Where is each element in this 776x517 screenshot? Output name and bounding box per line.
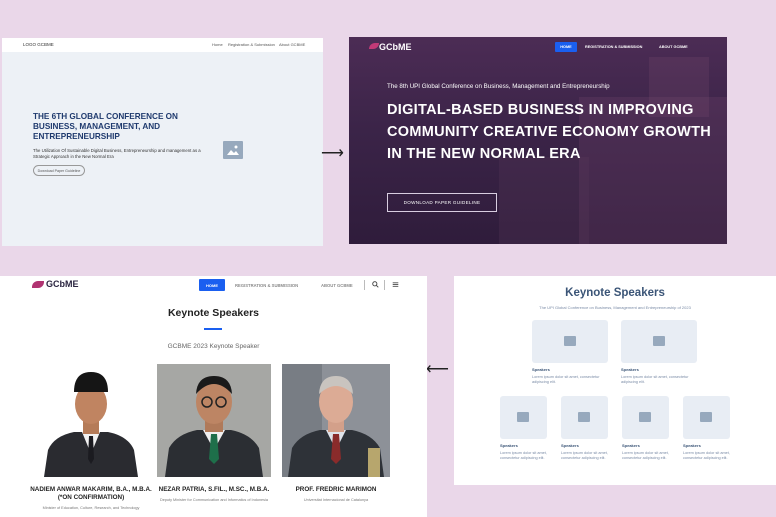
logo-mark-icon (369, 43, 379, 49)
nav-about-link[interactable]: ABOUT GCBME (321, 283, 353, 288)
speaker-desc: Lorem ipsum dolor sit amet, consectetur … (500, 451, 547, 460)
speaker-label: Speakers (621, 367, 639, 372)
speaker-name: NEZAR PATRIA, S.FIL., M.SC., M.B.A. (158, 486, 270, 493)
keynote-title: Keynote Speakers (167, 307, 260, 319)
speakers-page-panel: GCbME HOME REGISTRATION & SUBMISSION ABO… (0, 276, 427, 517)
image-placeholder-icon (639, 412, 651, 422)
background-building-shape (499, 157, 589, 244)
nav-about-link[interactable]: ABOUT GCBME (659, 45, 688, 49)
nav-divider (364, 280, 365, 290)
download-guideline-button[interactable]: DOWNLOAD PAPER GUIDELINE (387, 193, 497, 212)
speaker-name: NADIEM ANWAR MAKARIM, B.A., M.B.A. (*ON … (30, 486, 152, 501)
speaker-label: Speakers (532, 367, 550, 372)
hero-panel: GCbME HOME REGISTRATION & SUBMISSION ABO… (349, 37, 727, 244)
speaker-label: Speakers (683, 443, 701, 448)
speaker-label: Speakers (622, 443, 640, 448)
speaker-card-placeholder (622, 396, 669, 439)
wireframe-hero-subtitle: The Utilization Of Sustainable Digital B… (33, 148, 201, 159)
hero-logo[interactable]: GCbME (379, 42, 412, 52)
speaker-desc: Lorem ipsum dolor sit amet, consectetur … (683, 451, 730, 460)
arrow-left-icon: ⟵ (426, 361, 449, 378)
nav-home-button[interactable]: HOME (555, 42, 577, 52)
arrow-right-icon: ⟶ (321, 145, 344, 162)
speaker-label: Speakers (561, 443, 579, 448)
wireframe-speakers-subtitle: The UPI Global Conference on Business, M… (539, 305, 691, 310)
keynote-subtitle: GCBME 2023 Keynote Speaker (167, 343, 260, 350)
hero-kicker: The 8th UPI Global Conference on Busines… (387, 83, 610, 90)
speaker-card-placeholder (561, 396, 608, 439)
wireframe-nav-about[interactable]: About GCBME (279, 42, 305, 47)
speaker-photo (157, 364, 271, 477)
speaker-card-placeholder (683, 396, 730, 439)
speaker-desc: Lorem ipsum dolor sit amet, consectetur … (621, 375, 689, 384)
logo-mark-icon (32, 281, 44, 288)
speaker-name: PROF. FREDRIC MARIMON (295, 486, 377, 493)
speaker-desc: Lorem ipsum dolor sit amet, consectetur … (561, 451, 608, 460)
speaker-desc: Lorem ipsum dolor sit amet, consectetur … (622, 451, 669, 460)
speakers-logo[interactable]: GCbME (46, 279, 79, 289)
speaker-label: Speakers (500, 443, 518, 448)
speaker-card-placeholder (532, 320, 608, 363)
speaker-desc: Lorem ipsum dolor sit amet, consectetur … (532, 375, 600, 384)
wireframe-speakers-panel: Keynote Speakers The UPI Global Conferen… (454, 276, 776, 485)
speaker-photo (34, 364, 148, 477)
nav-registration-link[interactable]: REGISTRATION & SUBMISSION (235, 283, 298, 288)
speaker-role: Minister of Education, Culture, Research… (42, 506, 140, 510)
image-placeholder-icon (700, 412, 712, 422)
image-placeholder-icon (653, 336, 665, 346)
speaker-role: Universitat Internacional de Catalunya (303, 498, 369, 502)
image-placeholder-icon (517, 412, 529, 422)
image-placeholder-icon (564, 336, 576, 346)
hero-title: DIGITAL-BASED BUSINESS IN IMPROVING COMM… (387, 102, 712, 162)
menu-icon[interactable] (392, 281, 399, 290)
search-icon[interactable] (372, 281, 379, 290)
speaker-photo (282, 364, 390, 477)
wireframe-hero-title: THE 6TH GLOBAL CONFERENCE ON BUSINESS, M… (33, 112, 178, 141)
wireframe-download-button[interactable]: Download Paper Guideline (33, 165, 85, 176)
wireframe-hero-panel: LOGO GCBME Home Registration & Submissio… (2, 38, 323, 246)
image-placeholder-icon (578, 412, 590, 422)
nav-home-button[interactable]: HOME (199, 279, 225, 291)
speaker-role: Deputy Minister for Communication and In… (159, 498, 269, 502)
nav-divider (384, 280, 385, 290)
title-underline (204, 328, 222, 330)
wireframe-nav-registration[interactable]: Registration & Submission (228, 42, 275, 47)
speaker-card-placeholder (621, 320, 697, 363)
wireframe-logo: LOGO GCBME (23, 42, 54, 47)
nav-registration-link[interactable]: REGISTRATION & SUBMISSION (585, 45, 642, 49)
wireframe-nav-home[interactable]: Home (212, 42, 223, 47)
wireframe-speakers-title: Keynote Speakers (565, 287, 665, 299)
speaker-card-placeholder (500, 396, 547, 439)
image-placeholder-icon (223, 141, 243, 159)
